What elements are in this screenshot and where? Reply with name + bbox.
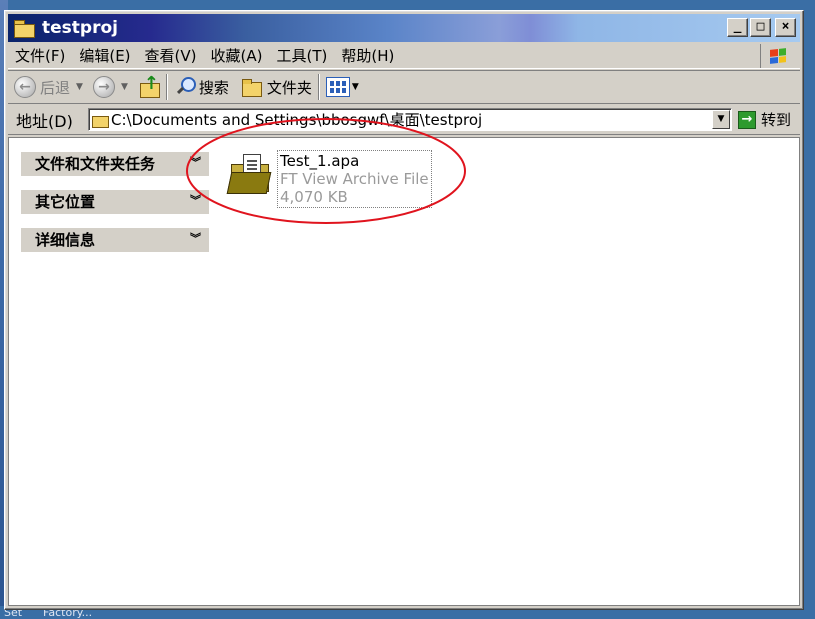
back-dropdown-icon[interactable]: ▼ xyxy=(76,82,83,92)
task-panel: 文件和文件夹任务 ︾ 其它位置 ︾ 详细信息 ︾ xyxy=(21,152,209,266)
title-bar[interactable]: testproj _ □ × xyxy=(8,14,800,42)
chevron-double-down-icon[interactable]: ︾ xyxy=(190,228,201,250)
go-icon: → xyxy=(738,110,756,129)
menu-file[interactable]: 文件(F) xyxy=(8,45,72,66)
address-input[interactable]: C:\Documents and Settings\bbosgwf\桌面\tes… xyxy=(88,108,732,131)
search-icon xyxy=(174,76,196,98)
up-folder-icon xyxy=(138,73,160,98)
search-button[interactable]: 搜索 xyxy=(174,76,229,98)
forward-icon: → xyxy=(92,76,115,98)
archive-file-icon xyxy=(226,150,275,196)
file-type: FT View Archive File xyxy=(280,170,429,188)
address-path: C:\Documents and Settings\bbosgwf\桌面\tes… xyxy=(111,111,483,129)
file-info: Test_1.apa FT View Archive File 4,070 KB xyxy=(277,150,432,208)
address-dropdown-icon[interactable]: ▼ xyxy=(712,110,730,129)
folder-view: 文件和文件夹任务 ︾ 其它位置 ︾ 详细信息 ︾ Test_1.apa FT V… xyxy=(8,137,800,606)
menu-favorites[interactable]: 收藏(A) xyxy=(204,45,270,66)
window-title: testproj xyxy=(42,18,118,38)
windows-logo-icon xyxy=(760,44,794,68)
menu-edit[interactable]: 编辑(E) xyxy=(72,45,137,66)
views-dropdown-icon[interactable]: ▼ xyxy=(352,82,359,92)
address-label: 地址(D) xyxy=(16,111,73,131)
views-button[interactable]: ▼ xyxy=(325,77,363,97)
task-section-file-tasks[interactable]: 文件和文件夹任务 ︾ xyxy=(21,152,209,176)
folder-icon xyxy=(14,20,35,38)
maximize-button[interactable]: □ xyxy=(750,18,771,37)
task-section-other-places[interactable]: 其它位置 ︾ xyxy=(21,190,209,214)
menu-view[interactable]: 查看(V) xyxy=(138,45,204,66)
views-icon xyxy=(325,77,350,97)
file-item[interactable]: Test_1.apa FT View Archive File 4,070 KB xyxy=(226,150,432,208)
task-section-label: 详细信息 xyxy=(35,231,96,249)
back-label: 后退 xyxy=(40,78,71,97)
go-button[interactable]: → 转到 xyxy=(738,109,791,130)
search-label: 搜索 xyxy=(198,78,229,97)
folders-label: 文件夹 xyxy=(266,78,312,97)
window-controls: _ □ × xyxy=(727,18,796,37)
forward-button[interactable]: → ▼ xyxy=(92,76,132,98)
menu-bar: 文件(F) 编辑(E) 查看(V) 收藏(A) 工具(T) 帮助(H) xyxy=(8,43,800,69)
go-label: 转到 xyxy=(761,111,792,129)
up-folder-button[interactable] xyxy=(138,73,160,98)
folder-icon xyxy=(92,113,109,128)
chevron-double-down-icon[interactable]: ︾ xyxy=(190,152,201,174)
file-name: Test_1.apa xyxy=(280,152,360,170)
chevron-double-down-icon[interactable]: ︾ xyxy=(190,190,201,212)
task-section-details[interactable]: 详细信息 ︾ xyxy=(21,228,209,252)
task-section-label: 其它位置 xyxy=(35,193,96,211)
toolbar-separator xyxy=(317,74,320,100)
standard-toolbar: ← 后退 ▼ → ▼ 搜索 文件夹 ▼ xyxy=(8,70,800,104)
folders-icon xyxy=(241,77,263,97)
menu-tools[interactable]: 工具(T) xyxy=(269,45,334,66)
folders-button[interactable]: 文件夹 xyxy=(241,77,312,98)
explorer-window: testproj _ □ × 文件(F) 编辑(E) 查看(V) 收藏(A) 工… xyxy=(4,10,804,610)
back-icon: ← xyxy=(14,76,36,98)
task-section-label: 文件和文件夹任务 xyxy=(35,155,156,173)
toolbar-separator xyxy=(165,74,168,100)
file-size: 4,070 KB xyxy=(280,188,348,206)
menu-help[interactable]: 帮助(H) xyxy=(334,45,401,66)
minimize-button[interactable]: _ xyxy=(727,18,748,37)
close-button[interactable]: × xyxy=(775,18,796,37)
address-bar: 地址(D) C:\Documents and Settings\bbosgwf\… xyxy=(8,105,800,135)
forward-dropdown-icon[interactable]: ▼ xyxy=(121,82,128,92)
back-button[interactable]: ← 后退 ▼ xyxy=(14,76,87,98)
